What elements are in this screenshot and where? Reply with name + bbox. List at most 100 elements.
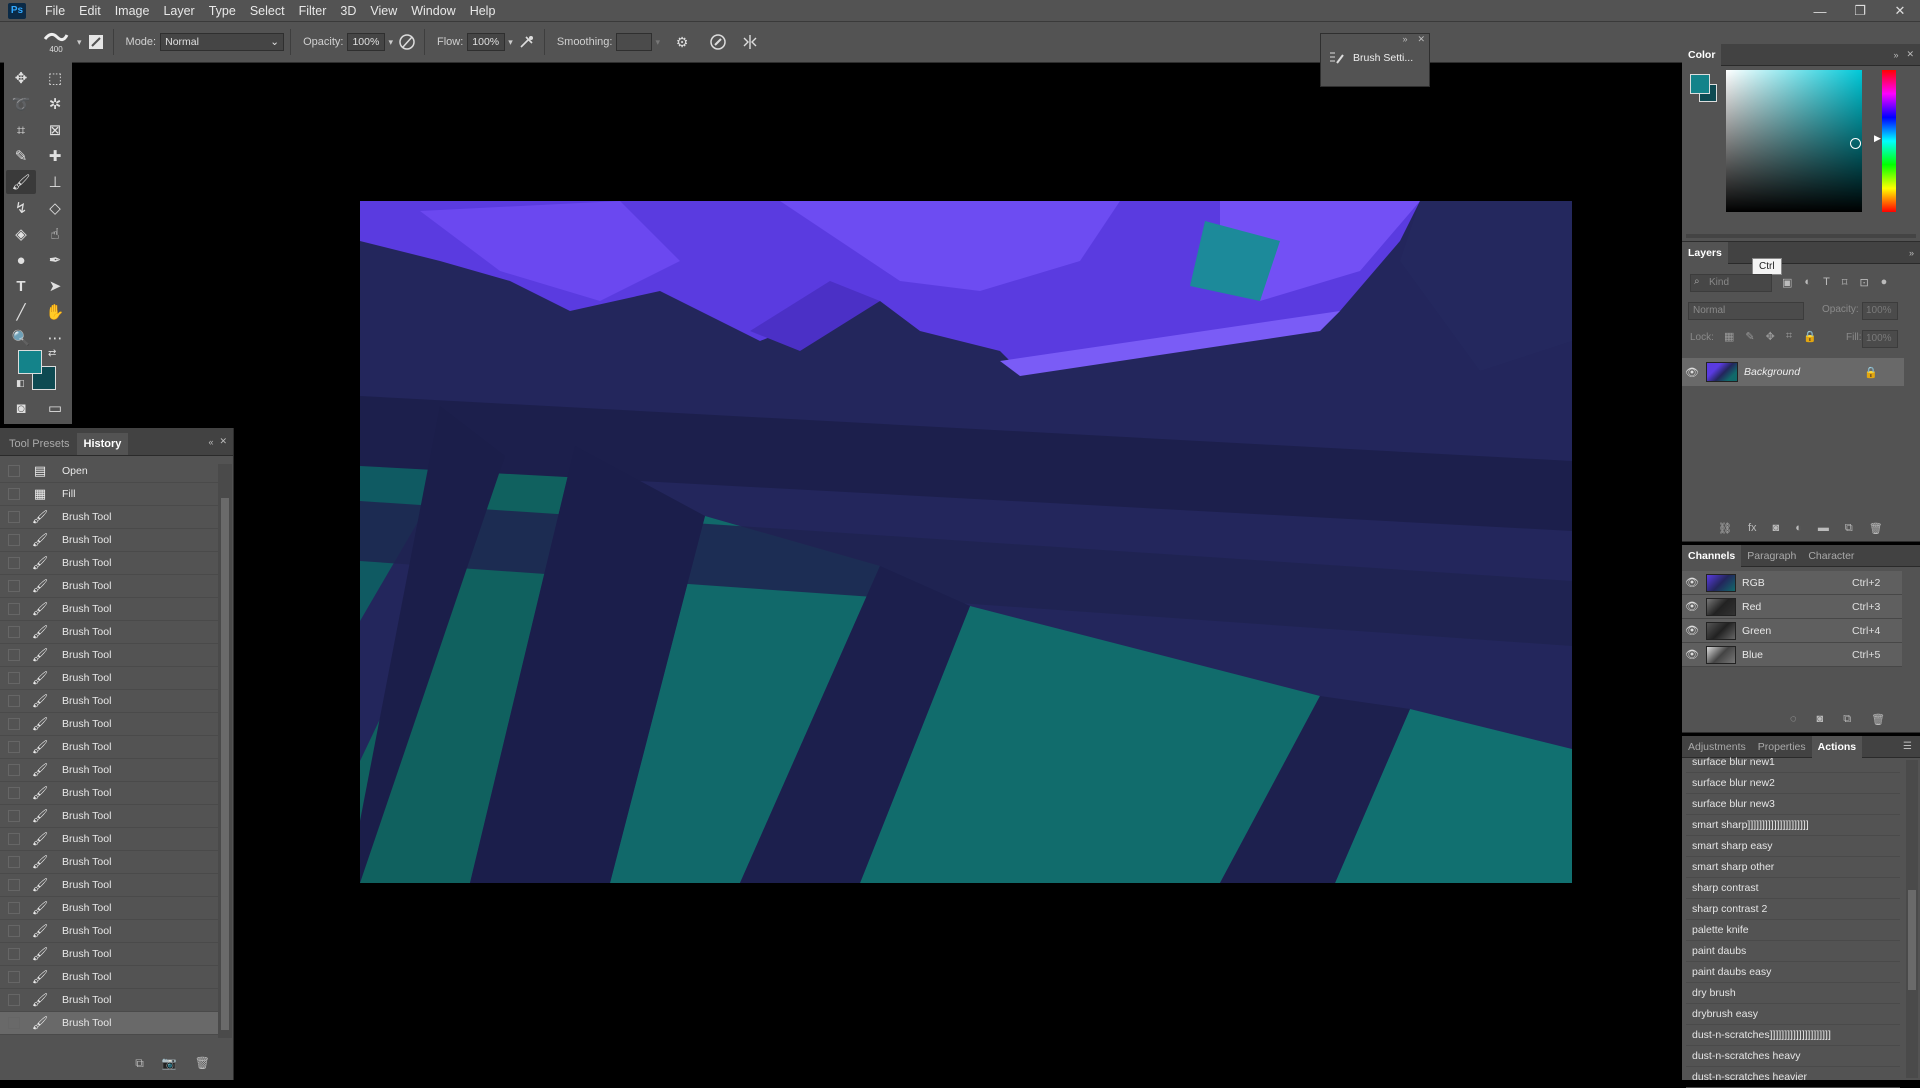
history-snapshot-checkbox[interactable]	[8, 994, 20, 1006]
history-snapshot-checkbox[interactable]	[8, 534, 20, 546]
action-item[interactable]: dust-n-scratches]]]]]]]]]]]]]]]]]]]]]	[1686, 1025, 1900, 1046]
history-row[interactable]: 🖌 Brush Tool	[0, 575, 218, 598]
type-tool-icon[interactable]: T	[6, 274, 36, 298]
lock-transparency-icon[interactable]: ▦	[1724, 330, 1734, 343]
airbrush-icon[interactable]	[516, 31, 538, 53]
history-snapshot-checkbox[interactable]	[8, 557, 20, 569]
history-row[interactable]: 🖌 Brush Tool	[0, 1012, 218, 1035]
visibility-eye-icon[interactable]: 👁	[1682, 576, 1702, 589]
trash-icon[interactable]: 🗑	[195, 1056, 210, 1070]
frame-tool-icon[interactable]: ⊠	[40, 118, 70, 142]
channel-row[interactable]: 👁 Blue Ctrl+5	[1682, 643, 1902, 667]
action-item[interactable]: surface blur new2	[1686, 773, 1900, 794]
tab-layers[interactable]: Layers	[1682, 241, 1728, 264]
collapse-icon[interactable]: »	[1402, 34, 1407, 46]
fill-input[interactable]: 100%	[1862, 330, 1898, 348]
brush-settings-button[interactable]: Brush Setti...	[1321, 46, 1429, 70]
minimize-icon[interactable]: —	[1800, 0, 1840, 22]
history-snapshot-checkbox[interactable]	[8, 718, 20, 730]
history-row[interactable]: ▤ Open	[0, 460, 218, 483]
tab-color[interactable]: Color	[1682, 43, 1722, 66]
menu-3d[interactable]: 3D	[333, 0, 363, 22]
action-item[interactable]: dust-n-scratches heavier	[1686, 1067, 1900, 1088]
menu-file[interactable]: File	[38, 0, 72, 22]
clone-stamp-tool-icon[interactable]: ⊥	[40, 170, 70, 194]
history-snapshot-checkbox[interactable]	[8, 580, 20, 592]
history-snapshot-checkbox[interactable]	[8, 511, 20, 523]
history-snapshot-checkbox[interactable]	[8, 879, 20, 891]
magic-wand-tool-icon[interactable]: ✲	[40, 92, 70, 116]
history-row[interactable]: 🖌 Brush Tool	[0, 943, 218, 966]
panel-collapse-icon[interactable]: »	[1893, 50, 1898, 60]
history-row[interactable]: 🖌 Brush Tool	[0, 966, 218, 989]
menu-image[interactable]: Image	[108, 0, 157, 22]
trash-icon[interactable]: 🗑	[1869, 522, 1883, 535]
panel-collapse-icon[interactable]: «	[208, 437, 213, 447]
healing-brush-tool-icon[interactable]: ✚	[40, 144, 70, 168]
new-document-from-state-icon[interactable]: ⧉	[135, 1056, 144, 1071]
history-row[interactable]: 🖌 Brush Tool	[0, 598, 218, 621]
history-row[interactable]: 🖌 Brush Tool	[0, 506, 218, 529]
history-row[interactable]: 🖌 Brush Tool	[0, 644, 218, 667]
more-tools-icon[interactable]: ⋯	[40, 326, 70, 350]
history-snapshot-checkbox[interactable]	[8, 649, 20, 661]
history-snapshot-checkbox[interactable]	[8, 925, 20, 937]
channel-row[interactable]: 👁 Red Ctrl+3	[1682, 595, 1902, 619]
actions-scroll-thumb[interactable]	[1908, 890, 1916, 990]
panel-collapse-icon[interactable]: »	[1909, 248, 1914, 258]
menu-select[interactable]: Select	[243, 0, 292, 22]
history-snapshot-checkbox[interactable]	[8, 948, 20, 960]
history-row[interactable]: 🖌 Brush Tool	[0, 805, 218, 828]
layer-mask-icon[interactable]: ◙	[1773, 522, 1780, 535]
history-snapshot-checkbox[interactable]	[8, 971, 20, 983]
tab-tool-presets[interactable]: Tool Presets	[2, 433, 77, 455]
history-row[interactable]: 🖌 Brush Tool	[0, 529, 218, 552]
default-colors-icon[interactable]: ◧	[16, 378, 25, 389]
history-scrollbar[interactable]	[218, 464, 232, 1038]
history-brush-tool-icon[interactable]: ↯	[6, 196, 36, 220]
pen-tool-icon[interactable]: ✒	[40, 248, 70, 272]
lock-position-icon[interactable]: ✥	[1766, 330, 1775, 343]
history-row[interactable]: 🖌 Brush Tool	[0, 782, 218, 805]
trash-icon[interactable]: 🗑	[1871, 713, 1885, 726]
hand-tool-icon[interactable]: ✋	[40, 300, 70, 324]
hue-slider[interactable]	[1882, 70, 1896, 212]
flow-input[interactable]: 100%	[467, 33, 506, 51]
history-scroll-thumb[interactable]	[221, 498, 229, 1030]
history-snapshot-checkbox[interactable]	[8, 741, 20, 753]
action-item[interactable]: smart sharp easy	[1686, 836, 1900, 857]
pressure-size-icon[interactable]	[707, 31, 729, 53]
adjustment-layer-icon[interactable]: ◐	[1795, 522, 1802, 535]
hue-slider-arrow-icon[interactable]: ▶	[1874, 133, 1881, 144]
lock-pixels-icon[interactable]: ✎	[1745, 330, 1754, 343]
action-item[interactable]: dry brush	[1686, 983, 1900, 1004]
lock-all-icon[interactable]: 🔒	[1803, 330, 1817, 343]
smudge-tool-icon[interactable]: ☝	[40, 222, 70, 246]
history-row[interactable]: 🖌 Brush Tool	[0, 920, 218, 943]
new-channel-icon[interactable]: ⧉	[1843, 713, 1851, 726]
quick-mask-icon[interactable]: ◙	[6, 396, 36, 420]
visibility-eye-icon[interactable]: 👁	[1682, 624, 1702, 637]
history-snapshot-checkbox[interactable]	[8, 465, 20, 477]
history-snapshot-checkbox[interactable]	[8, 603, 20, 615]
history-row[interactable]: 🖌 Brush Tool	[0, 667, 218, 690]
link-layers-icon[interactable]: ⛓	[1718, 522, 1732, 535]
menu-help[interactable]: Help	[463, 0, 503, 22]
shape-filter-icon[interactable]: ⌑	[1842, 276, 1848, 289]
history-row[interactable]: 🖌 Brush Tool	[0, 736, 218, 759]
marquee-tool-icon[interactable]: ⬚	[40, 66, 70, 90]
blend-mode-dropdown[interactable]: Normal	[1688, 302, 1804, 320]
color-picker-handle[interactable]	[1850, 138, 1861, 149]
camera-snapshot-icon[interactable]: 📷	[162, 1056, 177, 1070]
zoom-tool-icon[interactable]: 🔍	[6, 326, 36, 350]
history-row[interactable]: 🖌 Brush Tool	[0, 874, 218, 897]
history-row[interactable]: 🖌 Brush Tool	[0, 759, 218, 782]
menu-edit[interactable]: Edit	[72, 0, 108, 22]
menu-view[interactable]: View	[363, 0, 404, 22]
line-tool-icon[interactable]: ╱	[6, 300, 36, 324]
eyedropper-tool-icon[interactable]: ✎	[6, 144, 36, 168]
color-foreground-swatch[interactable]	[1690, 74, 1710, 94]
visibility-eye-icon[interactable]: 👁	[1682, 366, 1702, 379]
history-snapshot-checkbox[interactable]	[8, 488, 20, 500]
lock-artboard-icon[interactable]: ⌗	[1786, 330, 1792, 343]
